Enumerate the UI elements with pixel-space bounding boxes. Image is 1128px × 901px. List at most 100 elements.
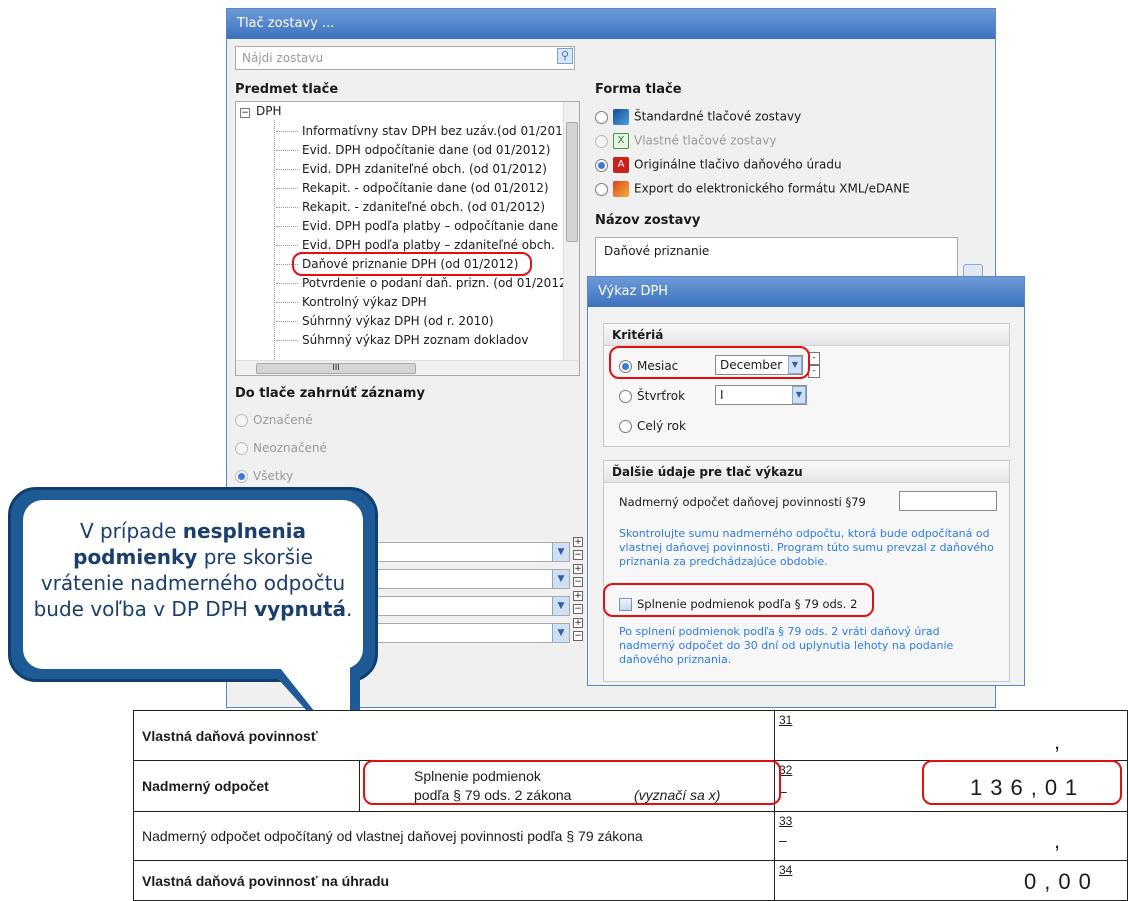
plus-icon[interactable]: + xyxy=(573,591,583,601)
form-label: Vlastná daňová povinnosť na úhradu xyxy=(142,873,390,889)
radio-quarter[interactable]: Štvrťrok xyxy=(619,389,685,403)
tree-root[interactable]: − DPH xyxy=(240,104,282,118)
tree-item[interactable]: Evid. DPH podľa platby – odpočítanie dan… xyxy=(276,217,558,236)
print-form-option-original[interactable]: A Originálne tlačivo daňového úradu xyxy=(595,157,842,173)
form-value: , xyxy=(1054,729,1069,754)
form-row-31: Vlastná daňová povinnosť 31 , xyxy=(133,710,1128,761)
records-option-marked[interactable]: Označené xyxy=(235,413,313,427)
highlight-checkbox xyxy=(603,583,874,617)
print-form-option-standard[interactable]: Štandardné tlačové zostavy xyxy=(595,109,801,125)
tree-root-label: DPH xyxy=(256,104,282,118)
form-sign: – xyxy=(779,832,787,848)
radio-icon[interactable] xyxy=(619,390,632,403)
tree-item[interactable]: Potvrdenie o podaní daň. prizn. (od 01/2… xyxy=(276,274,567,293)
option-label: Originálne tlačivo daňového úradu xyxy=(634,157,842,172)
form-label: Nadmerný odpočet xyxy=(142,778,269,794)
search-icon[interactable]: ⚲ xyxy=(557,48,573,64)
form-divider xyxy=(774,861,775,900)
criteria-group: Kritériá Mesiac December ▼ - - Štvrťrok … xyxy=(603,323,1010,447)
form-label: Nadmerný odpočet odpočítaný od vlastnej … xyxy=(142,828,643,844)
excess-deduction-input[interactable] xyxy=(899,491,997,511)
radio-icon[interactable] xyxy=(595,158,608,172)
search-input[interactable]: Nájdi zostavu xyxy=(235,46,575,70)
highlight-month xyxy=(609,346,810,379)
extra-header: Ďalšie údaje pre tlač výkazu xyxy=(604,461,1009,483)
form-label: Vlastná daňová povinnosť xyxy=(142,728,318,744)
tree-item[interactable]: Súhrnný výkaz DPH zoznam dokladov xyxy=(276,331,528,350)
highlight-form-value xyxy=(922,760,1122,805)
chevron-down-icon[interactable]: ▼ xyxy=(552,543,569,561)
excess-deduction-label: Nadmerný odpočet daňovej povinnosti §79 xyxy=(619,495,866,509)
records-option-label: Všetky xyxy=(253,469,294,483)
form-divider xyxy=(774,812,775,860)
option-label: Vlastné tlačové zostavy xyxy=(634,133,777,148)
radio-icon[interactable] xyxy=(595,134,608,148)
records-option-all[interactable]: Všetky xyxy=(235,469,293,483)
plus-icon[interactable]: + xyxy=(573,618,583,628)
vat-statement-window: Výkaz DPH Kritériá Mesiac December ▼ - -… xyxy=(587,276,1025,686)
info-text-2: Po splnení podmienok podľa § 79 ods. 2 v… xyxy=(619,625,954,666)
radio-icon[interactable] xyxy=(235,414,248,427)
radio-icon[interactable] xyxy=(595,182,608,196)
option-label: Export do elektronického formátu XML/eDA… xyxy=(634,181,910,196)
tree-item[interactable]: Evid. DPH zdaniteľné obch. (od 01/2012) xyxy=(276,160,547,179)
form-row-number: 34 xyxy=(779,863,793,877)
year-label: Celý rok xyxy=(637,419,686,433)
radio-whole-year[interactable]: Celý rok xyxy=(619,419,686,433)
collapse-icon[interactable]: − xyxy=(240,108,250,118)
tree-connector xyxy=(274,120,275,365)
pdf-icon: A xyxy=(613,157,629,173)
minus-icon[interactable]: − xyxy=(573,577,583,587)
records-option-label: Označené xyxy=(253,413,313,427)
highlight-tax-return-item xyxy=(292,252,532,276)
highlight-form-conditions xyxy=(363,760,781,805)
form-row-33: Nadmerný odpočet odpočítaný od vlastnej … xyxy=(133,811,1128,861)
report-tree[interactable]: − DPH Informatívny stav DPH bez uzáv.(od … xyxy=(235,101,580,376)
form-row-number: 31 xyxy=(779,713,793,727)
form-value: , xyxy=(1054,828,1069,853)
tree-item[interactable]: Súhrnný výkaz DPH (od r. 2010) xyxy=(276,312,494,331)
records-option-unmarked[interactable]: Neoznačené xyxy=(235,441,327,455)
form-row-number: 33 xyxy=(779,814,793,828)
chevron-down-icon[interactable]: ▼ xyxy=(552,570,569,588)
info-text-1: Skontrolujte sumu nadmerného odpočtu, kt… xyxy=(619,527,994,568)
quarter-label: Štvrťrok xyxy=(637,389,686,403)
report-icon xyxy=(613,109,629,125)
form-divider xyxy=(359,761,360,811)
callout-bold-part: vypnutá xyxy=(254,597,347,621)
tree-hscroll-thumb[interactable]: III xyxy=(256,363,416,374)
radio-icon[interactable] xyxy=(235,470,248,483)
radio-icon[interactable] xyxy=(619,420,632,433)
radio-icon[interactable] xyxy=(595,110,608,124)
option-label: Štandardné tlačové zostavy xyxy=(634,109,802,124)
tree-item[interactable]: Rekapit. - odpočítanie dane (od 01/2012) xyxy=(276,179,549,198)
callout-body: V prípade nesplnenia podmienky pre skorš… xyxy=(23,500,363,669)
print-form-label: Forma tlače xyxy=(595,82,682,97)
tree-vscroll-thumb[interactable] xyxy=(566,122,578,242)
print-form-option-export[interactable]: Export do elektronického formátu XML/eDA… xyxy=(595,181,910,197)
tree-item[interactable]: Evid. DPH odpočítanie dane (od 01/2012) xyxy=(276,141,550,160)
form-row-34: Vlastná daňová povinnosť na úhradu 34 0,… xyxy=(133,860,1128,901)
chevron-down-icon[interactable]: ▼ xyxy=(792,386,806,404)
minus-icon[interactable]: − xyxy=(573,550,583,560)
print-form-option-custom[interactable]: X Vlastné tlačové zostavy xyxy=(595,133,776,149)
minus-icon[interactable]: − xyxy=(573,631,583,641)
tree-item[interactable]: Informatívny stav DPH bez uzáv.(od 01/20… xyxy=(276,122,570,141)
callout-text-part: V prípade xyxy=(79,519,183,543)
tree-item[interactable]: Kontrolný výkaz DPH xyxy=(276,293,427,312)
chevron-down-icon[interactable]: ▼ xyxy=(552,624,569,642)
callout-text: V prípade nesplnenia podmienky pre skorš… xyxy=(33,518,353,622)
plus-icon[interactable]: + xyxy=(573,564,583,574)
report-name-label: Názov zostavy xyxy=(595,213,701,228)
callout-text-part: . xyxy=(346,597,353,621)
chevron-down-icon[interactable]: ▼ xyxy=(552,597,569,615)
excel-icon: X xyxy=(613,133,629,149)
minus-icon[interactable]: − xyxy=(573,604,583,614)
callout-bubble: V prípade nesplnenia podmienky pre skorš… xyxy=(8,487,378,682)
window-title: Výkaz DPH xyxy=(588,277,1024,307)
plus-icon[interactable]: + xyxy=(573,537,583,547)
tree-item[interactable]: Rekapit. - zdaniteľné obch. (od 01/2012) xyxy=(276,198,545,217)
radio-icon[interactable] xyxy=(235,442,248,455)
subject-label: Predmet tlače xyxy=(235,82,339,97)
form-divider xyxy=(774,711,775,760)
